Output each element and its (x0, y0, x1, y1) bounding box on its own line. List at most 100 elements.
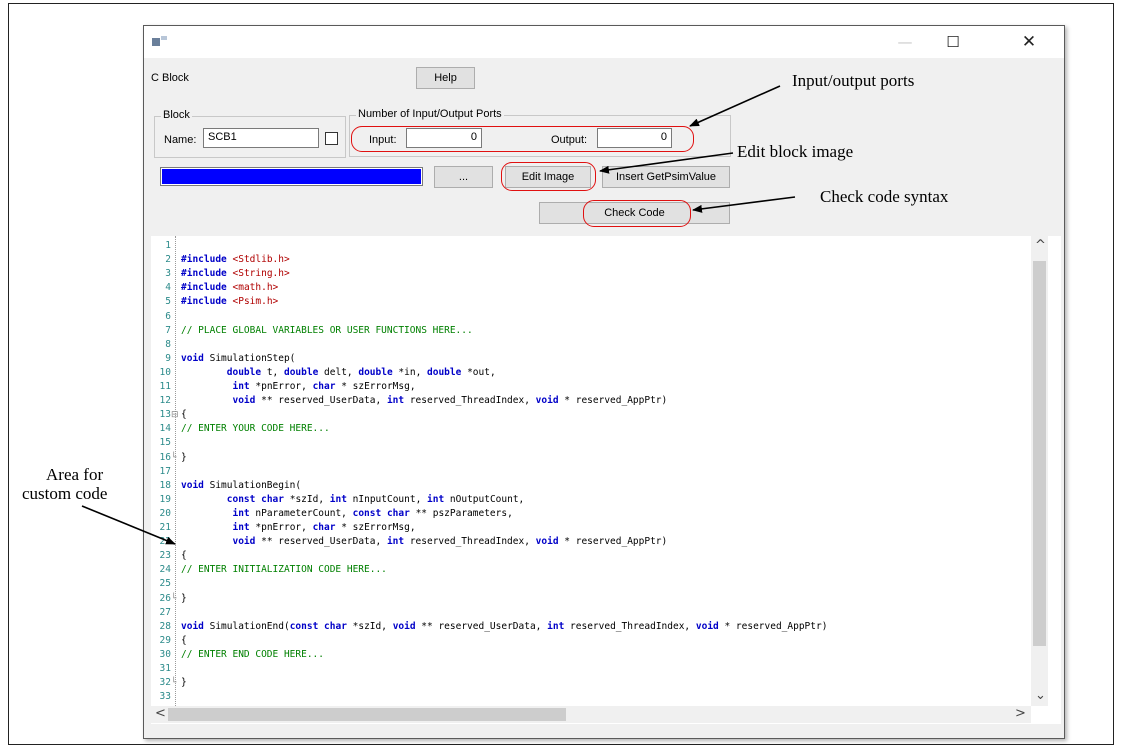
code-line: 30 // ENTER END CODE HERE... (151, 649, 1031, 661)
help-button[interactable]: Help (416, 67, 475, 89)
fold-gutter (171, 325, 180, 337)
code-text: int *pnError, char * szErrorMsg, (232, 381, 416, 392)
code-line: 13 ⊟{ (151, 409, 1031, 421)
input-ports-field[interactable]: 0 (406, 128, 482, 148)
fold-gutter (171, 621, 180, 633)
line-number: 28 (159, 620, 171, 632)
code-text: void SimulationBegin( (181, 479, 302, 491)
code-line: 12 void ** reserved_UserData, int reserv… (151, 395, 1031, 407)
code-text: // PLACE GLOBAL VARIABLES OR USER FUNCTI… (181, 324, 473, 336)
maximize-button[interactable]: ☐ (930, 26, 976, 58)
code-text: #include <String.h> (181, 268, 290, 280)
input-ports-label: Input: (369, 134, 397, 146)
browse-button[interactable]: ... (434, 166, 493, 188)
output-ports-field[interactable]: 0 (597, 128, 672, 148)
fold-gutter (171, 480, 180, 492)
code-line: 5 #include <Psim.h> (151, 296, 1031, 308)
line-number: 22 (159, 536, 171, 548)
fold-gutter (171, 423, 180, 435)
code-line: 27 (151, 607, 1031, 619)
line-number: 7 (165, 324, 171, 336)
line-number: 17 (159, 465, 171, 477)
fold-gutter (171, 635, 180, 647)
code-line: 6 (151, 311, 1031, 323)
line-number: 6 (165, 310, 171, 322)
horizontal-scroll-thumb[interactable] (168, 708, 566, 721)
fold-gutter (171, 339, 180, 351)
check-code-button[interactable]: Check Code (539, 202, 730, 224)
code-line: 11 int *pnError, char * szErrorMsg, (151, 381, 1031, 393)
line-number: 14 (159, 423, 171, 435)
insert-getpsimvalue-button[interactable]: Insert GetPsimValue (602, 166, 730, 188)
check-code-annotation: Check code syntax (820, 187, 949, 206)
ports-group-title: Number of Input/Output Ports (356, 108, 504, 120)
scroll-up-arrow[interactable]: ^ (1035, 239, 1046, 253)
fold-gutter (171, 437, 180, 449)
code-text: // ENTER YOUR CODE HERE... (181, 423, 330, 435)
line-number: 25 (159, 578, 171, 590)
line-number: 5 (165, 296, 171, 308)
name-label: Name: (164, 134, 197, 146)
fold-gutter (171, 564, 180, 576)
code-line: 16 └} (151, 452, 1031, 464)
fold-marker-icon: └ (171, 678, 177, 689)
line-number: 2 (165, 254, 171, 266)
fold-gutter (171, 466, 180, 478)
line-number: 33 (159, 691, 171, 703)
fold-gutter (171, 254, 180, 266)
code-text: { (181, 409, 187, 421)
code-text: void SimulationStep( (181, 352, 296, 364)
code-line: 21 int *pnError, char * szErrorMsg, (151, 522, 1031, 534)
edit-image-annotation: Edit block image (737, 142, 854, 161)
line-number: 18 (159, 479, 171, 491)
line-number: 13 (159, 409, 171, 421)
minimize-button[interactable]: — (882, 26, 928, 58)
dialog-title-label: C Block (151, 72, 189, 84)
code-text: // ENTER INITIALIZATION CODE HERE... (181, 564, 387, 576)
line-number: 29 (159, 634, 171, 646)
line-number: 3 (165, 268, 171, 280)
vertical-scrollbar[interactable]: ^ ⌄ (1031, 236, 1048, 706)
code-text: } (181, 592, 187, 604)
line-number: 10 (159, 366, 171, 378)
line-number: 11 (159, 381, 171, 392)
close-button[interactable]: ✕ (1006, 26, 1052, 58)
code-editor[interactable]: 1 2 #include <Stdlib.h> 3 #include <String.h… (151, 236, 1061, 724)
code-line: 3 #include <String.h> (151, 268, 1031, 280)
code-text: int *pnError, char * szErrorMsg, (232, 522, 416, 533)
horizontal-scrollbar[interactable]: < > (151, 706, 1031, 723)
code-line: 14 // ENTER YOUR CODE HERE... (151, 423, 1031, 435)
code-text: { (181, 550, 187, 562)
fold-gutter (171, 663, 180, 675)
fold-marker-icon[interactable]: ⊟ (171, 409, 180, 421)
line-number: 27 (159, 606, 171, 618)
code-line: 17 (151, 466, 1031, 478)
edit-image-button[interactable]: Edit Image (505, 166, 591, 188)
name-field[interactable]: SCB1 (203, 128, 319, 148)
scroll-left-arrow[interactable]: < (155, 707, 166, 721)
code-text: #include <Psim.h> (181, 296, 279, 308)
vertical-scroll-thumb[interactable] (1033, 261, 1046, 646)
fold-gutter (171, 578, 180, 590)
line-number: 15 (159, 437, 171, 449)
scroll-down-arrow[interactable]: ⌄ (1035, 689, 1046, 703)
c-block-dialog: — ☐ ✕ C Block Help Block Name: SCB1 Numb… (143, 25, 1065, 739)
fold-gutter (171, 268, 180, 280)
code-line: 26 └} (151, 593, 1031, 605)
fold-gutter (171, 311, 180, 323)
code-line: 23 { (151, 550, 1031, 562)
progress-bar-fill (162, 169, 421, 184)
code-line: 28 void SimulationEnd(const char *szId, v… (151, 621, 1031, 633)
code-line: 31 (151, 663, 1031, 675)
code-line: 32 └} (151, 677, 1031, 689)
name-checkbox[interactable] (325, 132, 338, 145)
progress-bar (160, 167, 423, 186)
code-line: 9 void SimulationStep( (151, 353, 1031, 365)
ports-annotation: Input/output ports (792, 71, 915, 90)
fold-gutter (171, 240, 180, 252)
fold-gutter (171, 282, 180, 294)
fold-gutter (171, 508, 180, 520)
code-text: #include <Stdlib.h> (181, 254, 290, 266)
scroll-right-arrow[interactable]: > (1015, 707, 1026, 721)
line-number: 24 (159, 564, 171, 576)
